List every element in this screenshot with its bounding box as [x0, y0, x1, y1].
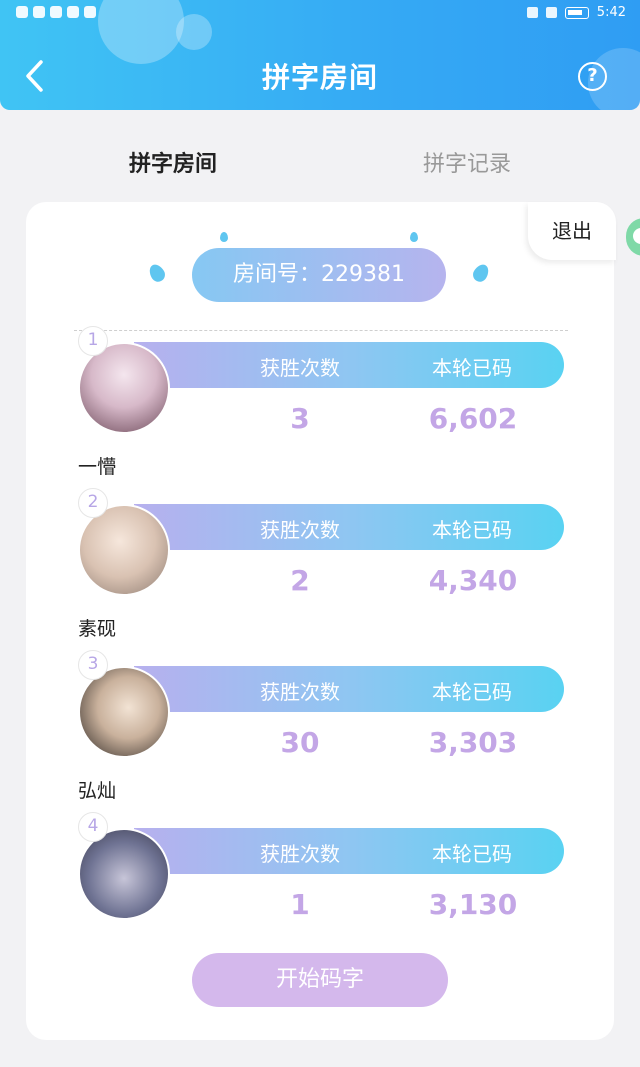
rank-badge: 3 [78, 650, 108, 680]
count-column-label: 本轮已码 [432, 842, 512, 866]
rank-badge: 4 [78, 812, 108, 842]
bluetooth-icon [545, 7, 557, 18]
count-column-label: 本轮已码 [432, 356, 512, 380]
page-title: 拼字房间 [261, 61, 378, 94]
player-name: 一懵 [78, 456, 117, 478]
question-circle-icon: ? [587, 65, 598, 86]
count-column-label: 本轮已码 [432, 518, 512, 542]
wifi-icon [16, 6, 28, 18]
count-column-label: 本轮已码 [432, 680, 512, 704]
wins-column-label: 获胜次数 [260, 356, 340, 380]
rank-badge: 1 [78, 326, 108, 356]
message-icon [33, 6, 45, 18]
alarm-icon [526, 7, 538, 18]
water-drop-icon [220, 232, 228, 242]
count-value: 3,130 [428, 888, 518, 921]
tab-room[interactable]: 拼字房间 [73, 146, 273, 178]
player-row: 获胜次数 本轮已码 4 1 3,130 [74, 812, 568, 964]
wins-column-label: 获胜次数 [260, 842, 340, 866]
wins-value: 2 [290, 564, 310, 597]
rank-bar: 获胜次数 本轮已码 [134, 666, 564, 712]
header-bar: 5:42 拼字房间 ? [0, 0, 640, 110]
player-name: 弘灿 [78, 780, 117, 802]
wins-column-label: 获胜次数 [260, 518, 340, 542]
wechat-icon [67, 6, 79, 18]
start-typing-button[interactable]: 开始码字 [192, 953, 448, 1007]
exit-button[interactable]: 退出 [528, 202, 616, 260]
count-value: 3,303 [428, 726, 518, 759]
rank-bar: 获胜次数 本轮已码 [134, 504, 564, 550]
tab-records[interactable]: 拼字记录 [367, 146, 567, 178]
notification-icons [16, 6, 96, 18]
water-drop-icon [410, 232, 418, 242]
player-name: 素砚 [78, 618, 117, 640]
app-icon [50, 6, 62, 18]
player-row: 获胜次数 本轮已码 3 30 3,303 弘灿 [74, 650, 568, 802]
search-app-icon [84, 6, 96, 18]
rank-badge: 2 [78, 488, 108, 518]
count-value: 6,602 [428, 402, 518, 435]
help-button[interactable]: ? [578, 62, 607, 91]
status-right: 5:42 [526, 5, 626, 20]
player-row: 获胜次数 本轮已码 1 3 6,602 一懵 [74, 326, 568, 478]
count-value: 4,340 [428, 564, 518, 597]
app-root: 5:42 拼字房间 ? 拼字房间 拼字记录 退出 房间号：229381 获胜次数… [0, 0, 640, 1067]
wins-value: 3 [290, 402, 310, 435]
rank-bar: 获胜次数 本轮已码 [134, 828, 564, 874]
status-time: 5:42 [596, 5, 626, 20]
floating-side-button[interactable] [626, 218, 640, 256]
room-number: 房间号：229381 [192, 248, 446, 302]
wins-value: 30 [280, 726, 320, 759]
player-row: 获胜次数 本轮已码 2 2 4,340 素砚 [74, 488, 568, 640]
rank-bar: 获胜次数 本轮已码 [134, 342, 564, 388]
wins-column-label: 获胜次数 [260, 680, 340, 704]
status-bar: 5:42 [0, 0, 640, 26]
battery-icon [564, 6, 589, 19]
wins-value: 1 [290, 888, 310, 921]
